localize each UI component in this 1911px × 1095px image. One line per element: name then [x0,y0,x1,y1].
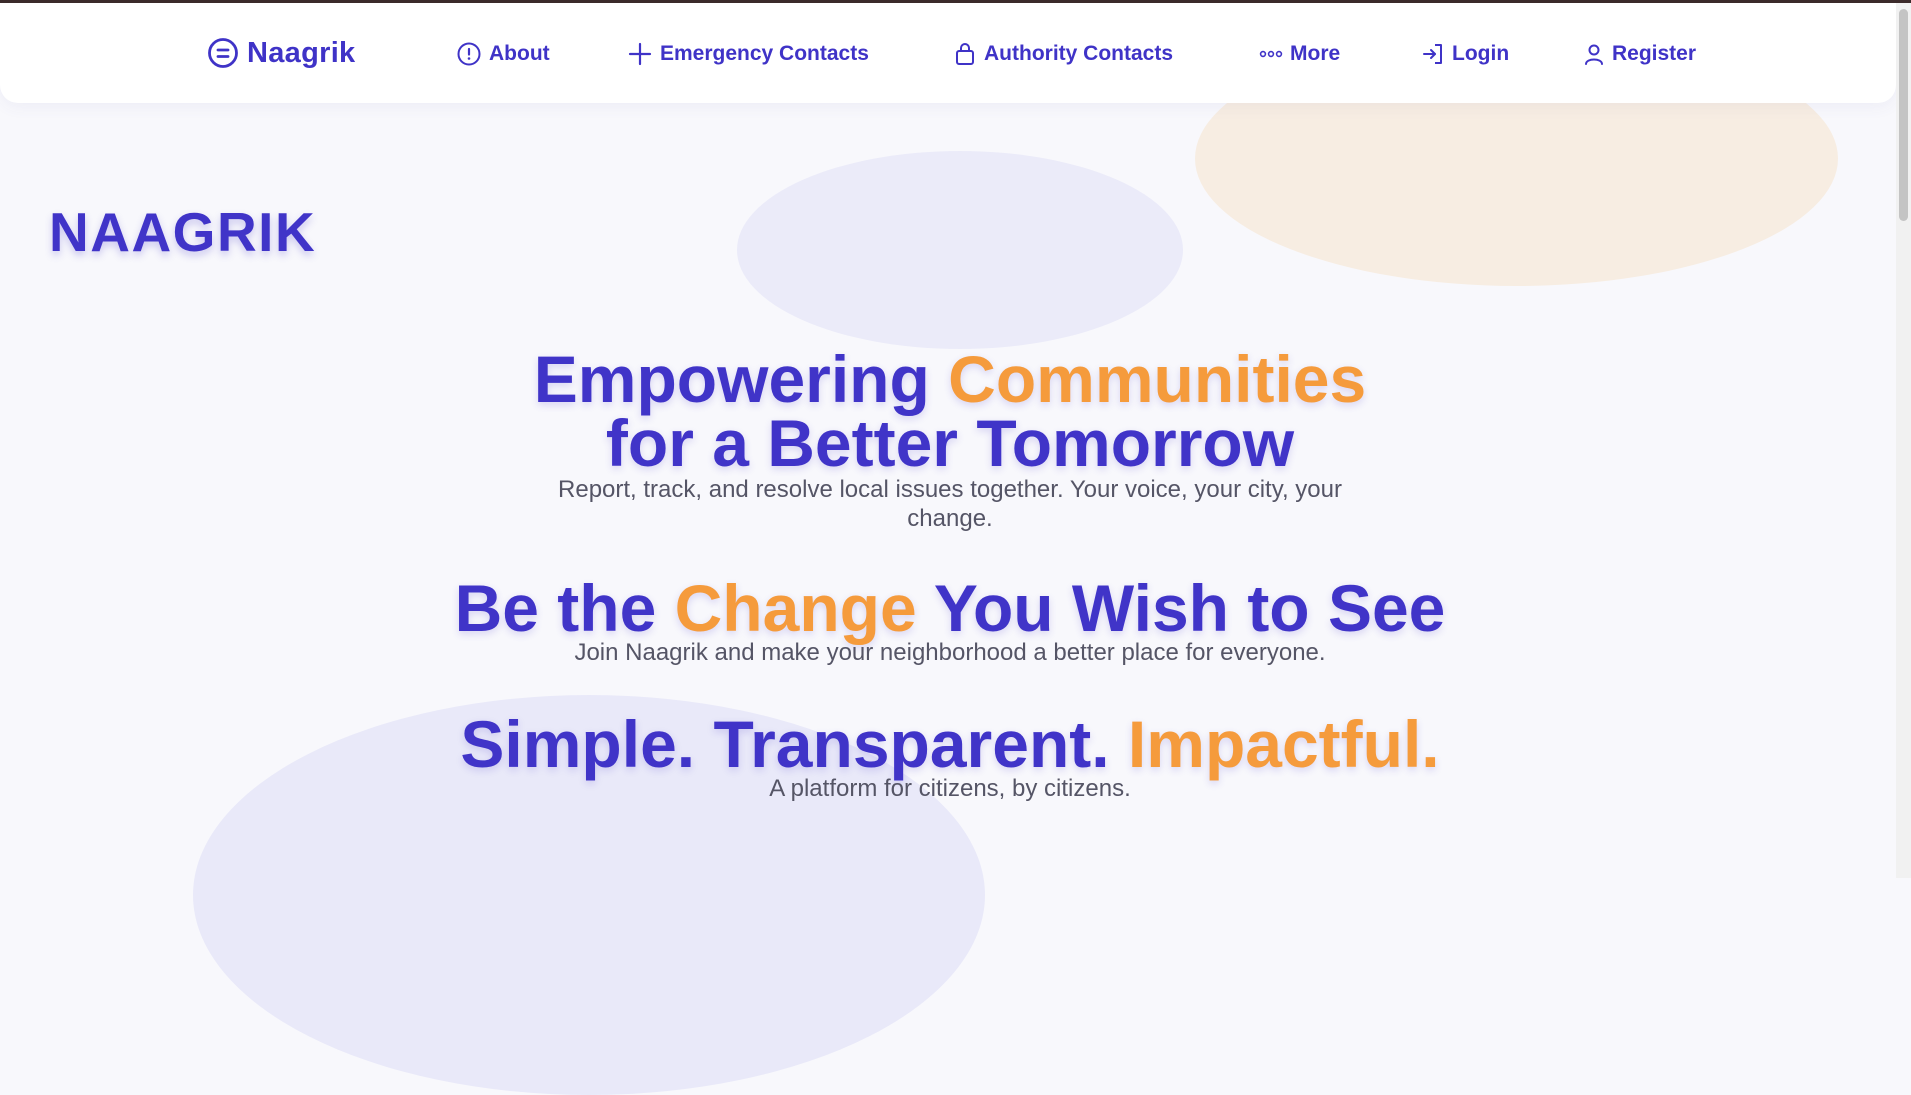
plus-icon [628,42,652,66]
nav-register[interactable]: Register [1583,39,1696,69]
decorative-blob-purple [737,151,1183,349]
nav-authority-contacts-label: Authority Contacts [984,42,1173,65]
lock-icon [956,43,974,65]
user-icon [1585,44,1603,65]
hero-headline-part2: for a Better Tomorrow [605,406,1295,480]
change-headline: Be the Change You Wish to See [0,575,1900,641]
values-headline-accent: Impactful. [1127,707,1440,781]
nav-authority-contacts[interactable]: Authority Contacts [953,39,1173,69]
navbar: Naagrik About Emergency Contacts Authori… [0,3,1896,103]
nav-emergency-contacts-label: Emergency Contacts [660,42,869,65]
nav-about-label: About [489,42,550,65]
login-icon [1423,44,1442,64]
nav-register-label: Register [1612,42,1697,65]
values-headline: Simple. Transparent. Impactful. [0,711,1900,777]
values-headline-part1: Simple. Transparent. [460,707,1128,781]
hero-headline: Empowering Communities for a Better Tomo… [510,346,1390,476]
nav-more[interactable]: More [1259,39,1340,69]
window-top-edge [0,0,1911,3]
info-icon [457,42,481,66]
change-headline-part1: Be the [454,571,675,645]
hero-section: Empowering Communities for a Better Tomo… [0,346,1900,533]
nav-login[interactable]: Login [1421,39,1509,69]
hero-headline-accent: Communities [948,342,1367,416]
nav-login-label: Login [1452,42,1510,65]
change-subtitle: Join Naagrik and make your neighborhood … [574,639,1326,666]
nav-emergency-contacts[interactable]: Emergency Contacts [627,39,869,69]
values-section: Simple. Transparent. Impactful. A platfo… [0,711,1900,803]
brand-label: Naagrik [247,36,356,69]
change-section: Be the Change You Wish to See Join Naagr… [0,575,1900,667]
nav-more-label: More [1290,42,1341,65]
nav-about[interactable]: About [456,39,550,69]
scrollbar[interactable] [1896,3,1911,878]
values-subtitle: A platform for citizens, by citizens. [769,775,1131,802]
dots-icon [1259,50,1283,58]
scrollbar-thumb[interactable] [1899,9,1908,221]
page-title: NAAGRIK [49,201,317,263]
brand-logo-link[interactable]: Naagrik [207,36,356,69]
hero-headline-part1: Empowering [533,342,949,416]
change-headline-part2: You Wish to See [916,571,1446,645]
hero-subtitle: Report, track, and resolve local issues … [558,476,1342,532]
logo-circle-icon [208,38,238,68]
change-headline-accent: Change [674,571,917,645]
